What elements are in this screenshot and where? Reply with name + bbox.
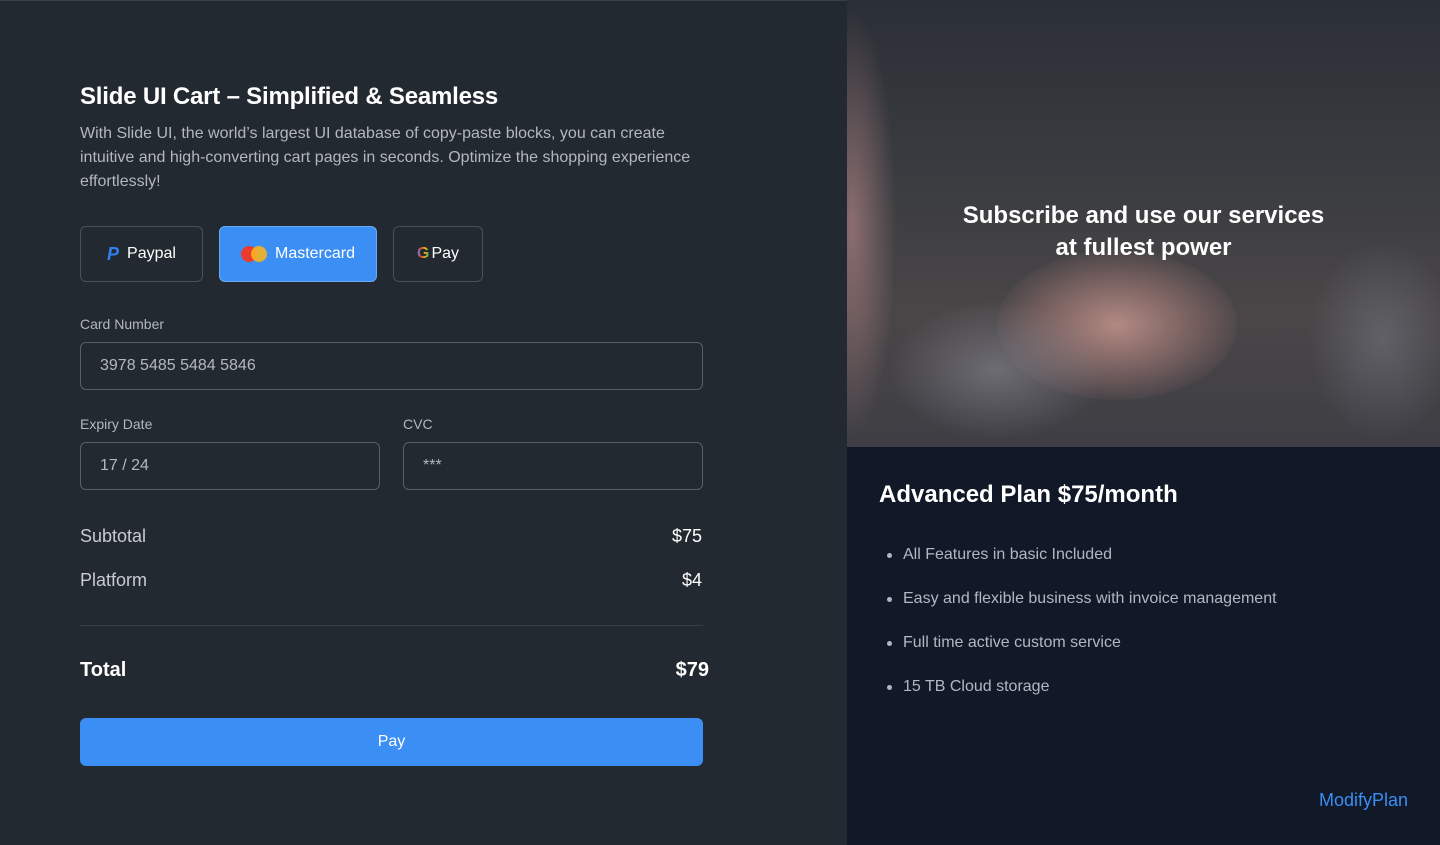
expiry-date-input[interactable] [80,442,380,490]
cvc-label: CVC [403,416,433,432]
gpay-option-button[interactable]: G Pay [393,226,483,282]
bullet-icon [887,685,892,690]
plan-card: Advanced Plan $75/month All Features in … [847,447,1440,845]
page-description: With Slide UI, the world’s largest UI da… [80,125,691,190]
plan-title: Advanced Plan $75/month [879,481,1178,508]
list-item: Full time active custom service [887,632,1277,676]
feature-text: 15 TB Cloud storage [903,678,1050,695]
card-number-label: Card Number [80,316,165,332]
subtotal-label: Subtotal [80,526,147,546]
list-item: 15 TB Cloud storage [887,676,1277,720]
promo-headline-line1: Subscribe and use our services [962,202,1325,229]
bullet-icon [887,553,892,558]
summary-divider [80,625,703,626]
subtotal-value: $75 [671,526,702,546]
paypal-option-label: Paypal [127,245,176,262]
promo-headline: Subscribe and use our services at fulles… [847,200,1440,264]
feature-text: Easy and flexible business with invoice … [903,590,1277,607]
list-item: All Features in basic Included [887,544,1277,588]
mastercard-option-button[interactable]: Mastercard [219,226,377,282]
card-number-input[interactable] [80,342,703,390]
bullet-icon [887,597,892,602]
expiry-date-label: Expiry Date [80,416,153,432]
page-title: Slide UI Cart – Simplified & Seamless [80,83,499,110]
pay-button[interactable]: Pay [80,718,703,766]
bullet-icon [887,641,892,646]
cvc-input[interactable] [403,442,703,490]
platform-fee-label: Platform [80,570,148,590]
plan-features-list: All Features in basic Included Easy and … [887,544,1277,720]
mastercard-option-label: Mastercard [274,245,356,262]
paypal-option-button[interactable]: P Paypal [80,226,203,282]
promo-headline-line2: at fullest power [1055,234,1232,261]
google-icon: G [416,245,430,262]
feature-text: All Features in basic Included [903,546,1112,563]
gpay-option-label: Pay [431,245,460,262]
total-label: Total [80,659,127,681]
cart-panel: Slide UI Cart – Simplified & Seamless Wi… [0,0,847,845]
plan-panel: Subscribe and use our services at fulles… [847,0,1440,845]
mastercard-icon [240,246,267,262]
modify-plan-link[interactable]: ModifyPlan [1319,790,1408,811]
feature-text: Full time active custom service [903,634,1121,651]
hero-image: Subscribe and use our services at fulles… [847,0,1440,447]
paypal-icon: P [107,243,120,264]
total-value: $79 [675,659,709,681]
list-item: Easy and flexible business with invoice … [887,588,1277,632]
platform-fee-value: $4 [681,570,702,590]
